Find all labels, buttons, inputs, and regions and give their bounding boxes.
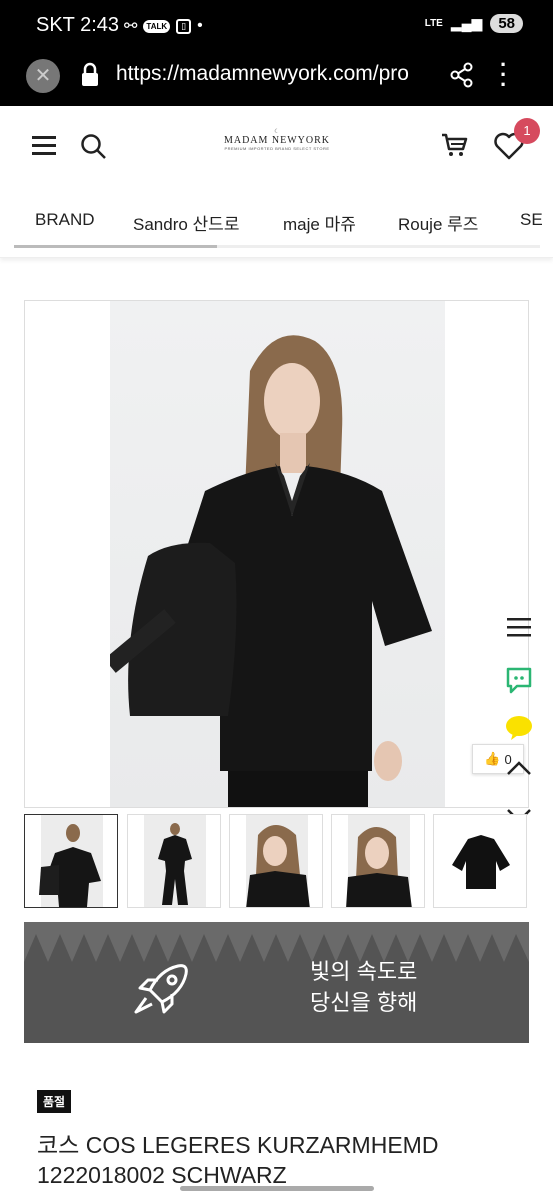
wishlist-count-badge: 1	[514, 118, 540, 144]
status-time: SKT 2:43	[36, 14, 120, 36]
logo-text: MADAM NEWYORK	[223, 135, 331, 146]
thumbnail-5[interactable]	[433, 814, 527, 908]
notification-icons: ⚯ TALK ▯ •	[124, 16, 203, 36]
thumbnail-4-illustration	[346, 827, 412, 907]
product-thumbnails	[24, 814, 529, 908]
sold-out-badge: 품절	[37, 1090, 72, 1113]
category-sandro[interactable]: Sandro 산드로	[133, 210, 239, 235]
rocket-icon	[134, 964, 188, 1014]
logo-subtext: PREMIUM IMPORTED BRAND SELECT STORE	[224, 146, 330, 151]
product-main-image[interactable]	[24, 300, 529, 808]
scroll-up-chevron-icon[interactable]	[506, 760, 532, 776]
thumbnail-3[interactable]	[229, 814, 323, 908]
category-more[interactable]: SE	[520, 210, 543, 230]
category-scroll-thumb[interactable]	[14, 245, 217, 248]
kakaotalk-icon[interactable]	[505, 714, 533, 742]
logo-moon-icon: ☾	[274, 129, 280, 135]
category-nav: BRAND Sandro 산드로 maje 마쥬 Rouje 루즈 SE	[0, 186, 553, 258]
product-photo	[110, 301, 445, 807]
product-title-line-1: 코스 COS LEGERES KURZARMHEMD	[37, 1132, 439, 1158]
chat-icon[interactable]	[505, 666, 533, 694]
thumbnail-4[interactable]	[331, 814, 425, 908]
more-options-icon[interactable]: · · ·	[500, 54, 507, 96]
dot-icon: •	[197, 17, 203, 34]
network-label: LTE	[424, 18, 443, 29]
promo-banner[interactable]: 빛의 속도로 당신을 향해	[24, 922, 529, 1043]
search-icon[interactable]	[80, 133, 108, 161]
system-icons: LTE ▂▄▆ 58	[425, 14, 523, 33]
browser-url-bar: ✕ https://madamnewyork.com/pro · · ·	[0, 54, 553, 106]
lock-icon	[82, 62, 98, 86]
hamburger-menu-icon[interactable]	[32, 136, 56, 156]
thumbnail-3-illustration	[246, 825, 310, 907]
category-brand[interactable]: BRAND	[35, 210, 95, 230]
banner-pattern	[24, 922, 529, 962]
share-icon[interactable]	[450, 62, 474, 88]
signal-icon: ▂▄▆	[450, 15, 483, 31]
banner-line-1: 빛의 속도로	[310, 959, 418, 984]
thumbnail-1-illustration	[39, 824, 101, 907]
talk-icon: TALK	[143, 19, 171, 33]
link-icon: ⚯	[124, 18, 138, 35]
site-logo[interactable]: ☾ MADAM NEWYORK PREMIUM IMPORTED BRAND S…	[214, 128, 340, 151]
cart-icon[interactable]	[440, 132, 468, 158]
floating-menu-icon[interactable]	[506, 616, 532, 638]
home-indicator[interactable]	[180, 1186, 374, 1191]
category-rouje[interactable]: Rouje 루즈	[398, 210, 478, 235]
thumbnail-2-illustration	[158, 823, 192, 905]
url-text[interactable]: https://madamnewyork.com/pro	[116, 62, 428, 86]
close-tab-button[interactable]: ✕	[26, 59, 60, 93]
battery-badge: 58	[490, 14, 523, 33]
category-maje[interactable]: maje 마쥬	[283, 210, 356, 235]
thumbs-up-icon: 👍	[484, 751, 501, 766]
banner-line-2: 당신을 향해	[310, 990, 418, 1015]
site-header: ☾ MADAM NEWYORK PREMIUM IMPORTED BRAND S…	[0, 106, 553, 186]
status-bar: SKT 2:43 ⚯ TALK ▯ • LTE ▂▄▆ 58	[0, 0, 553, 54]
model-illustration	[110, 335, 432, 807]
banner-text: 빛의 속도로 당신을 향해	[310, 956, 417, 1018]
calendar-icon: ▯	[176, 18, 192, 34]
thumbnail-1[interactable]	[24, 814, 118, 908]
thumbnail-2[interactable]	[127, 814, 221, 908]
thumbnail-5-illustration	[452, 835, 510, 889]
